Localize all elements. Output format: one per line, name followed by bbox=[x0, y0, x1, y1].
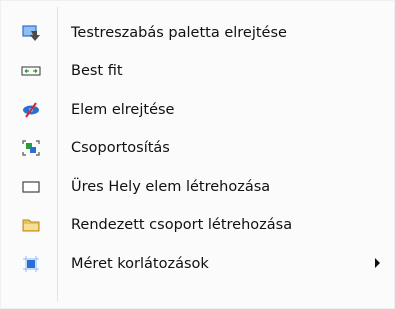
size-constraints-icon bbox=[21, 255, 41, 273]
menu-item-label: Best fit bbox=[71, 63, 123, 79]
menu-item-hide-customization-palette[interactable]: Testreszabás paletta elrejtése bbox=[1, 14, 394, 52]
menu-item-grouping[interactable]: Csoportosítás bbox=[1, 129, 394, 167]
menu-item-label: Csoportosítás bbox=[71, 140, 170, 156]
menu-item-label: Testreszabás paletta elrejtése bbox=[71, 25, 287, 41]
folder-icon bbox=[21, 216, 41, 234]
hide-item-icon bbox=[21, 101, 41, 119]
menu-item-create-empty-space[interactable]: Üres Hely elem létrehozása bbox=[1, 168, 394, 206]
best-fit-icon bbox=[21, 62, 41, 80]
hide-palette-icon bbox=[21, 24, 41, 42]
menu-item-create-tabbed-group[interactable]: Rendezett csoport létrehozása bbox=[1, 206, 394, 244]
menu-item-label: Rendezett csoport létrehozása bbox=[71, 217, 293, 233]
menu-item-label: Elem elrejtése bbox=[71, 102, 175, 118]
menu-item-label: Méret korlátozások bbox=[71, 256, 209, 272]
empty-space-icon bbox=[21, 178, 41, 196]
menu-item-size-constraints[interactable]: Méret korlátozások bbox=[1, 245, 394, 283]
group-icon bbox=[21, 139, 41, 157]
submenu-arrow-icon bbox=[375, 258, 380, 268]
menu-item-best-fit[interactable]: Best fit bbox=[1, 52, 394, 90]
menu-item-hide-element[interactable]: Elem elrejtése bbox=[1, 91, 394, 129]
context-menu: Testreszabás paletta elrejtése Best fit … bbox=[0, 0, 395, 309]
menu-item-label: Üres Hely elem létrehozása bbox=[71, 179, 271, 195]
